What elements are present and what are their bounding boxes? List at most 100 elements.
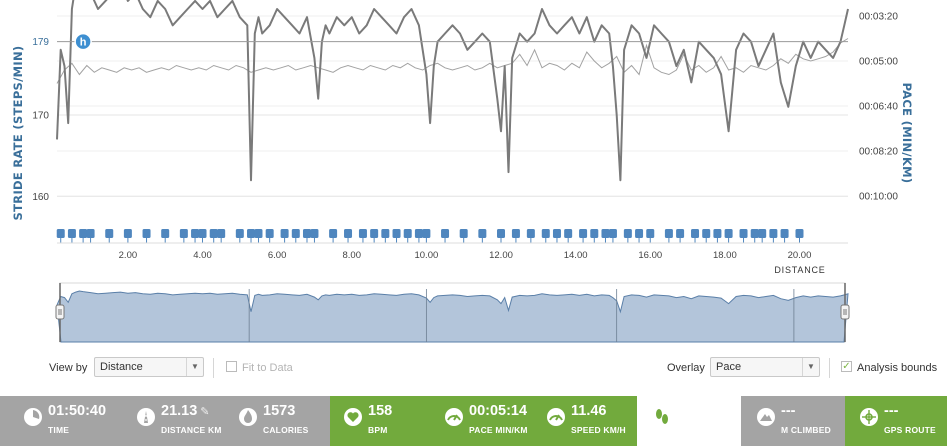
lap-marker [422,229,431,238]
y-tick-label-highlight: 179 [32,37,49,48]
mountain-icon [757,408,775,426]
heart-icon [344,408,362,426]
overlay-value: Pace [716,361,742,373]
lap-marker [601,229,610,238]
lap-marker [403,229,412,238]
left-axis-title: STRIDE RATE (STEPS/MIN) [11,46,25,221]
stat-value: --- [781,403,796,419]
stat-label: BPM [368,425,388,435]
gps-icon [860,408,878,426]
view-by-select[interactable]: Distance ▼ [94,357,204,377]
y-right-tick-label: 00:10:00 [859,192,898,203]
lap-marker [608,229,617,238]
y-right-tick-label: 00:06:40 [859,102,898,113]
stat-value: 1573 [263,403,296,419]
fit-to-data-checkbox[interactable] [226,361,237,372]
reference-badge-label: h [80,37,87,49]
stat-label: SPEED KM/H [571,425,626,435]
stat-label: CALORIES [263,425,309,435]
left-y-axis: 190170160179 [32,37,49,203]
navigator-handle-left[interactable] [55,304,65,320]
lap-marker [635,229,644,238]
analysis-bounds-label: Analysis bounds [857,362,938,374]
lap-marker [217,229,226,238]
lap-marker [750,229,759,238]
lap-marker [381,229,390,238]
lap-marker [769,229,778,238]
lap-marker [623,229,632,238]
lap-marker [795,229,804,238]
x-tick-label: 14.00 [564,250,588,261]
pencil-icon[interactable]: ✎ [200,405,209,418]
lap-marker [67,229,76,238]
lap-marker [497,229,506,238]
lap-marker [758,229,767,238]
lap-marker [459,229,468,238]
lap-marker [86,229,95,238]
lap-marker [691,229,700,238]
stat-label: STEPS/MIN [677,425,725,435]
lap-marker [254,229,263,238]
lap-marker [123,229,132,238]
y-right-tick-label: 00:03:20 [859,12,898,23]
range-navigator[interactable] [55,282,850,343]
lap-marker [713,229,722,238]
y-tick-label: 160 [32,192,49,203]
chart: 190170160179 00:03:2000:05:0000:06:4000:… [11,0,914,343]
analysis-bounds-checkbox[interactable]: ✓ [841,361,852,372]
lap-marker [105,229,114,238]
y-tick-label: 170 [32,111,49,122]
lap-marker [526,229,535,238]
right-axis-title: PACE (MIN/KM) [900,83,914,184]
lap-marker [590,229,599,238]
x-tick-label: 16.00 [638,250,662,261]
x-tick-label: 2.00 [119,250,138,261]
lap-marker [370,229,379,238]
x-tick-label: 18.00 [713,250,737,261]
lap-marker [676,229,685,238]
lap-marker [564,229,573,238]
right-y-axis: 00:03:20 00:05:00 00:06:40 00:08:20 00:10:00 [859,12,898,203]
lap-marker [209,229,218,238]
lap-marker [541,229,550,238]
x-tick-label: 20.00 [788,250,812,261]
x-tick-label: 10.00 [414,250,438,261]
x-axis-title: DISTANCE [774,265,825,275]
lap-marker [414,229,423,238]
lap-marker [646,229,655,238]
lap-marker [235,229,244,238]
view-by-value: Distance [100,361,143,373]
chevron-down-icon: ▼ [802,358,819,376]
road-icon [137,408,155,426]
lap-marker [441,229,450,238]
speedometer-icon [547,408,565,426]
timer-icon [24,408,42,426]
navigator-handle-right[interactable] [840,304,850,320]
lap-marker [56,229,65,238]
lap-marker [265,229,274,238]
lap-marker [478,229,487,238]
x-tick-label: 8.00 [343,250,362,261]
stat-label: M CLIMBED [781,425,831,435]
lap-marker [511,229,520,238]
lap-marker [179,229,188,238]
lap-marker [579,229,588,238]
lap-marker [739,229,748,238]
lap-marker [552,229,561,238]
stat-value: --- [884,403,899,419]
lap-marker [291,229,300,238]
stat-value: 00:05:14 [469,403,528,419]
lap-marker [344,229,353,238]
x-tick-label: 12.00 [489,250,513,261]
lap-marker [329,229,338,238]
lap-marker [724,229,733,238]
lap-marker [198,229,207,238]
overlay-select[interactable]: Pace ▼ [710,357,820,377]
y-right-tick-label: 00:08:20 [859,147,898,158]
lap-marker [161,229,170,238]
x-axis: 2.00 4.00 6.00 8.00 10.00 12.00 14.00 16.00 18.0… [119,250,812,261]
y-right-tick-label: 00:05:00 [859,57,898,68]
stat-label: GPS ROUTE [884,425,936,435]
lap-marker [280,229,289,238]
lap-marker [310,229,319,238]
